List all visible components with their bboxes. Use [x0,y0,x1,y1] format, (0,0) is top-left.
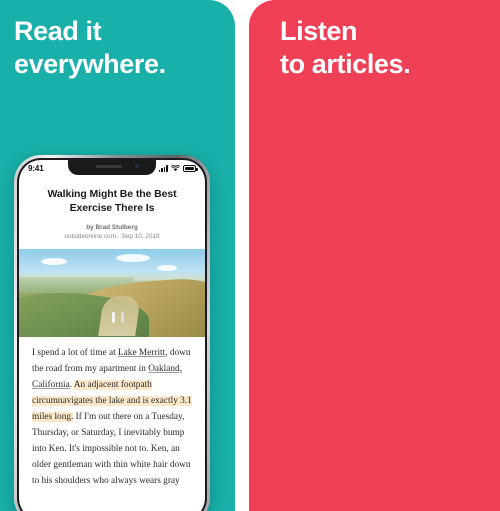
hiker-figure [112,311,115,323]
speaker-grille-icon [96,165,122,168]
article-source: outsideonline.com · Sep 10, 2018 [64,233,160,241]
article-byline: by Brad Stulberg outsideonline.com · Sep… [19,223,205,242]
notch-left [68,160,156,175]
status-indicators [158,165,198,172]
headline-right: Listen to articles. [280,16,411,79]
cloud-shape [115,254,150,263]
status-time: 9:41 [28,164,44,173]
article-title: Walking Might Be the Best Exercise There… [47,188,177,214]
article-hero-image [19,248,205,337]
body-link-lake-merritt[interactable]: Lake Merritt [118,348,165,358]
wifi-icon [171,165,180,172]
headline-left: Read it everywhere. [14,16,166,79]
panel-listen-to-articles: Listen to articles. 9:41 [249,0,500,511]
battery-icon [183,165,198,172]
article-author: by Brad Stulberg [86,223,138,231]
article-body: I spend a lot of time at Lake Merritt, d… [19,337,205,490]
cloud-shape [156,264,177,271]
phone-bezel-left: 9:41 Walking Might Be the Best Exercise … [17,158,207,511]
phone-mockup-left: 9:41 Walking Might Be the Best Exercise … [14,155,210,511]
promo-stage: Read it everywhere. 9:41 Walking Might B… [0,0,500,511]
article-view: Walking Might Be the Best Exercise There… [19,177,205,511]
body-segment-6: If I'm out there on a Tuesday, Thursday,… [32,411,191,486]
cloud-shape [41,257,68,265]
body-segment-0: I spend a lot of time at [32,347,118,358]
trail-path-shape [97,296,141,337]
panel-divider [235,0,249,511]
hiker-figure [121,311,125,323]
panel-read-it-everywhere: Read it everywhere. 9:41 Walking Might B… [0,0,235,511]
phone-screen-left: 9:41 Walking Might Be the Best Exercise … [19,160,205,511]
front-camera-icon [135,164,139,168]
cellular-bars-icon [158,165,168,172]
